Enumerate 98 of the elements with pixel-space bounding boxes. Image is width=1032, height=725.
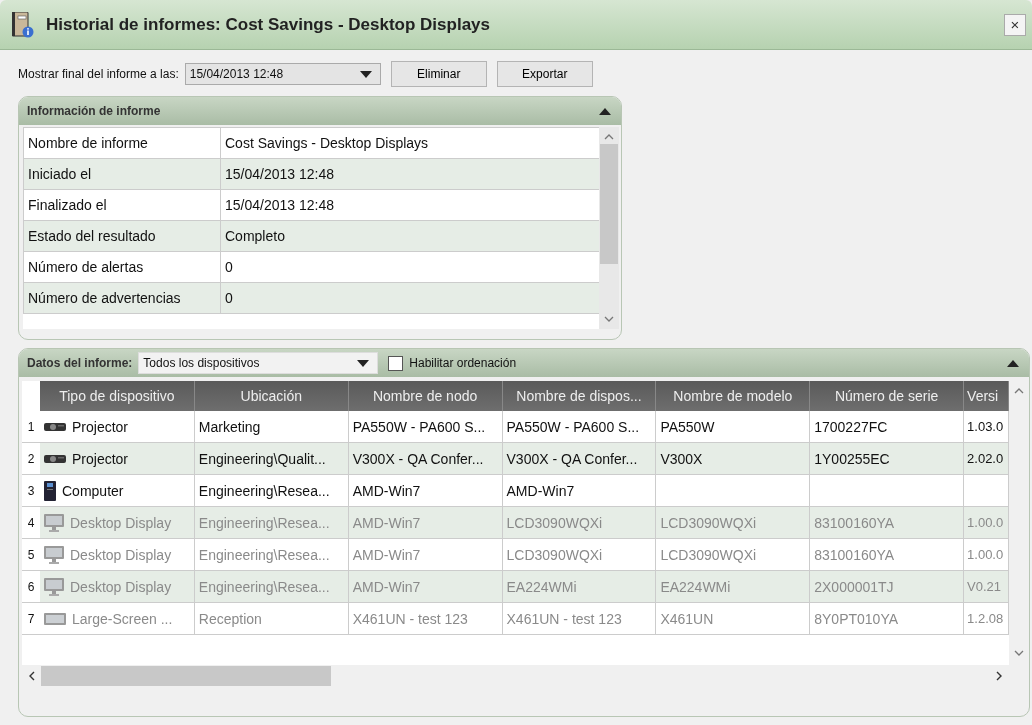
projector-icon [44, 453, 66, 464]
large-screen-icon [44, 612, 66, 625]
table-cell: 1.00.0 [967, 547, 1004, 562]
table-cell: V300X - QA Confer... [352, 450, 484, 467]
property-label: Finalizado el [23, 190, 221, 220]
property-label: Iniciado el [23, 159, 221, 189]
panel-title: Información de informe [27, 104, 161, 118]
table-cell: 2X000001TJ [814, 578, 894, 595]
table-cell: AMD-Win7 [352, 514, 421, 531]
table-cell: PA550W - PA600 S... [506, 418, 640, 435]
table-cell: V0.21 [967, 579, 1002, 594]
table-cell: LCD3090WQXi [506, 514, 603, 531]
report-info-icon [12, 11, 34, 38]
table-cell: Reception [198, 610, 262, 627]
device-filter-dropdown[interactable]: Todos los dispositivos [138, 352, 379, 374]
table-cell: 1700227FC [814, 418, 888, 435]
table-cell: X461UN [660, 610, 714, 627]
table-cell: 1.2.08 [967, 611, 1004, 626]
table-cell: X461UN - test 123 [352, 610, 468, 627]
table-cell: Engineering\Resea... [198, 482, 330, 499]
table-cell: 83100160YA [814, 546, 895, 563]
table-cell: PA550W [660, 418, 715, 435]
table-cell: Marketing [198, 418, 261, 435]
table-cell: PA550W - PA600 S... [352, 418, 486, 435]
table-cell: V300X [660, 450, 703, 467]
table-cell: Engineering\Resea... [198, 546, 330, 563]
export-button[interactable]: Exportar [496, 61, 593, 87]
table-cell: Projector [72, 450, 129, 467]
column-header[interactable]: Nombre de modelo [656, 381, 811, 411]
table-cell: 2.02.0 [967, 451, 1004, 466]
column-header[interactable]: Nombre de nodo [348, 381, 503, 411]
monitor-icon [44, 545, 64, 564]
close-button[interactable]: × [1004, 13, 1026, 36]
monitor-icon [44, 577, 64, 596]
property-label: Número de alertas [23, 252, 221, 282]
table-cell: Desktop Display [70, 514, 172, 531]
scroll-left-icon[interactable] [28, 671, 35, 681]
sort-checkbox-label: Habilitar ordenación [409, 356, 518, 370]
report-time-dropdown[interactable]: 15/04/2013 12:48 [184, 63, 381, 85]
collapse-icon[interactable] [1007, 359, 1019, 367]
table-cell: EA224WMi [506, 578, 577, 595]
collapse-icon[interactable] [599, 107, 611, 115]
column-header[interactable]: Número de serie [810, 381, 965, 411]
table-cell: LCD3090WQXi [506, 546, 603, 563]
delete-button[interactable]: Eliminar [390, 61, 487, 87]
table-cell: Engineering\Resea... [198, 578, 330, 595]
window-title: Historial de informes: Cost Savings - Desktop Displays [46, 14, 491, 35]
table-cell: Large-Screen ... [72, 610, 173, 627]
table-cell: Projector [72, 418, 129, 435]
property-value: Completo [224, 227, 286, 246]
scroll-down-icon[interactable] [604, 316, 614, 323]
monitor-icon [44, 513, 64, 532]
table-cell: Desktop Display [70, 578, 172, 595]
table-cell: AMD-Win7 [352, 482, 421, 499]
table-cell: 83100160YA [814, 514, 895, 531]
row-number: 4 [22, 507, 40, 538]
projector-icon [44, 421, 66, 432]
property-value: Cost Savings - Desktop Displays [224, 134, 430, 153]
report-time-label: Mostrar final del informe a las: [18, 67, 179, 81]
dropdown-arrow-icon[interactable] [359, 70, 372, 78]
scroll-right-icon[interactable] [996, 671, 1003, 681]
column-header[interactable]: Ubicación [194, 381, 349, 411]
column-header[interactable]: Tipo de dispositivo [40, 381, 195, 411]
column-header[interactable]: Versi [964, 381, 1009, 411]
table-cell: Desktop Display [70, 546, 172, 563]
property-value: 0 [224, 289, 234, 308]
table-cell: 1.03.0 [967, 419, 1004, 434]
sort-checkbox[interactable] [388, 355, 404, 371]
property-value: 15/04/2013 12:48 [224, 165, 335, 184]
scroll-up-icon[interactable] [604, 133, 614, 140]
property-value: 15/04/2013 12:48 [224, 196, 335, 215]
table-cell: EA224WMi [660, 578, 731, 595]
property-label: Nombre de informe [23, 128, 221, 158]
column-header[interactable]: Nombre de dispos... [502, 381, 657, 411]
vertical-scrollbar[interactable] [599, 127, 619, 329]
table-cell: X461UN - test 123 [506, 610, 622, 627]
table-cell: 1Y00255EC [814, 450, 890, 467]
computer-tower-icon [44, 480, 56, 501]
property-label: Estado del resultado [23, 221, 221, 251]
table-cell: AMD-Win7 [506, 482, 575, 499]
table-cell: AMD-Win7 [352, 546, 421, 563]
table-cell: 1.00.0 [967, 515, 1004, 530]
table-cell: LCD3090WQXi [660, 514, 757, 531]
table-cell: 8Y0PT010YA [814, 610, 898, 627]
property-label: Número de advertencias [23, 283, 221, 313]
panel-title: Datos del informe: [27, 356, 133, 370]
scroll-down-icon[interactable] [1014, 650, 1024, 657]
table-cell: AMD-Win7 [352, 578, 421, 595]
row-number: 6 [22, 571, 40, 602]
table-cell: Engineering\Qualit... [198, 450, 326, 467]
table-cell: Engineering\Resea... [198, 514, 330, 531]
dropdown-arrow-icon[interactable] [357, 359, 370, 367]
property-value: 0 [224, 258, 234, 277]
table-cell: Computer [62, 482, 124, 499]
table-cell: LCD3090WQXi [660, 546, 757, 563]
scroll-up-icon[interactable] [1014, 387, 1024, 394]
table-cell: V300X - QA Confer... [506, 450, 638, 467]
row-number: 2 [22, 443, 40, 474]
